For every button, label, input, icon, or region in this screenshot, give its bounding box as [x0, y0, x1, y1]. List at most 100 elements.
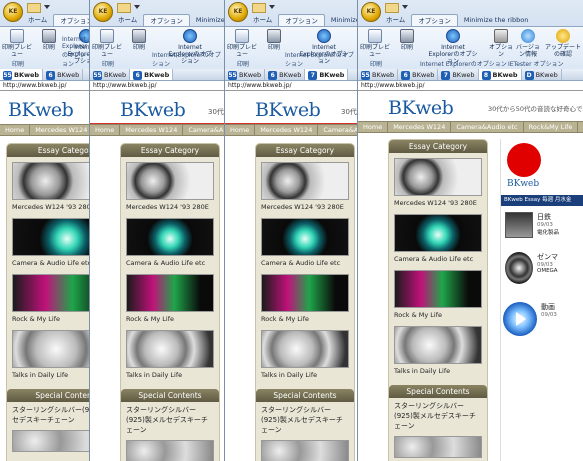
tab-minimize-ribbon[interactable]: Minimize the ribbon	[458, 14, 535, 26]
print-button[interactable]: 印刷	[259, 29, 289, 51]
nav-mercedes[interactable]: Mercedes W124	[30, 125, 89, 135]
print-preview-button[interactable]: 印刷プレビュー	[2, 29, 32, 58]
tab-home[interactable]: ホーム	[112, 14, 143, 26]
nav-mercedes[interactable]: Mercedes W124	[120, 125, 184, 135]
watch-thumbnail[interactable]	[261, 162, 349, 200]
app-orb-button[interactable]: KE	[93, 2, 113, 22]
folder-icon[interactable]	[117, 3, 131, 13]
browser-tab[interactable]: 6 BKweb	[398, 69, 439, 80]
print-button[interactable]: 印刷	[392, 29, 422, 51]
watch-thumbnail[interactable]	[126, 162, 214, 200]
tab-home[interactable]: ホーム	[380, 14, 411, 26]
dropdown-arrow-icon[interactable]	[134, 5, 140, 11]
tab-options[interactable]: オプション	[278, 14, 325, 26]
browser-tab[interactable]: 6 BKweb	[130, 69, 174, 80]
category-item[interactable]: Camera & Audio Life etc	[261, 218, 349, 269]
nav-camera[interactable]: Camera&Audio etc	[451, 122, 524, 132]
camera-lens-thumbnail[interactable]	[126, 218, 214, 256]
tab-minimize-ribbon[interactable]: Minimize the ribbon	[325, 14, 357, 26]
options-button[interactable]: オプション	[488, 29, 514, 58]
keychain-thumbnail[interactable]	[12, 430, 89, 452]
hdd-thumbnail[interactable]	[126, 330, 214, 368]
rock-thumbnail[interactable]	[126, 274, 214, 312]
wristwatch-thumbnail[interactable]	[505, 252, 533, 284]
category-item[interactable]: Talks in Daily Life	[261, 330, 349, 381]
site-logo[interactable]: BKweb	[8, 99, 74, 121]
category-item[interactable]: Camera & Audio Life etc	[12, 218, 89, 269]
address-bar[interactable]: http://www.bkweb.jp/	[358, 81, 583, 91]
category-item[interactable]: Camera & Audio Life etc	[126, 218, 214, 269]
address-bar[interactable]: http://www.bkweb.jp/	[90, 81, 224, 91]
category-item[interactable]: Mercedes W124 '93 280E	[12, 162, 89, 213]
tab-options[interactable]: オプション	[411, 14, 458, 26]
category-item[interactable]: Talks in Daily Life	[394, 326, 482, 377]
browser-tab[interactable]: 7 BKweb	[305, 69, 349, 80]
entry-title[interactable]: ゼンマ	[537, 252, 558, 262]
special-contents-link[interactable]: スターリングシルバー(925)製メルセデスキーチェーン	[256, 402, 354, 438]
rock-thumbnail[interactable]	[261, 274, 349, 312]
entry-title[interactable]: 動画	[541, 302, 557, 312]
category-item[interactable]: Talks in Daily Life	[12, 330, 89, 381]
site-logo[interactable]: BKweb	[120, 99, 186, 121]
tab-options[interactable]: オプション	[53, 14, 89, 26]
address-bar[interactable]: http://www.bkweb.jp/	[225, 81, 357, 91]
keychain-thumbnail[interactable]	[261, 440, 349, 461]
folder-icon[interactable]	[385, 3, 399, 13]
browser-tab[interactable]: 6 BKweb	[265, 69, 306, 80]
nav-rock[interactable]: Rock&My Life	[524, 122, 579, 132]
tab-home[interactable]: ホーム	[22, 14, 53, 26]
browser-tab[interactable]: 55 BKweb	[358, 69, 399, 80]
browser-tab[interactable]: 55 BKweb	[0, 69, 44, 80]
rock-thumbnail[interactable]	[394, 270, 482, 308]
app-orb-button[interactable]: KE	[3, 2, 23, 22]
dropdown-arrow-icon[interactable]	[402, 5, 408, 11]
nav-camera[interactable]: Camera&Audio etc	[183, 125, 224, 135]
hdd-thumbnail[interactable]	[394, 326, 482, 364]
special-contents-link[interactable]: スターリングシルバー(925)製メルセデスキーチェーン	[121, 402, 219, 438]
folder-icon[interactable]	[252, 3, 266, 13]
site-logo[interactable]: BKweb	[388, 97, 454, 119]
print-preview-button[interactable]: 印刷プレビュー	[227, 29, 257, 58]
nav-home[interactable]: Home	[358, 122, 389, 132]
browser-tab[interactable]: 7 BKweb	[438, 69, 479, 80]
address-bar[interactable]: http://www.bkweb.jp/	[0, 81, 89, 91]
category-item[interactable]: Mercedes W124 '93 280E	[126, 162, 214, 213]
browser-tab[interactable]: 6 BKweb	[43, 69, 84, 80]
nav-home[interactable]: Home	[0, 125, 31, 135]
keychain-thumbnail[interactable]	[394, 436, 482, 458]
category-item[interactable]: Camera & Audio Life etc	[394, 214, 482, 265]
special-contents-link[interactable]: スターリングシルバー(925)製メルセデスキーチェーン	[7, 402, 89, 428]
nav-home[interactable]: Home	[90, 125, 121, 135]
print-preview-button[interactable]: 印刷プレビュー	[360, 29, 390, 58]
camera-lens-thumbnail[interactable]	[12, 218, 89, 256]
browser-tab[interactable]: 55 BKweb	[225, 69, 266, 80]
hdd-thumbnail[interactable]	[261, 330, 349, 368]
category-item[interactable]: Mercedes W124 '93 280E	[261, 162, 349, 213]
browser-tab[interactable]: 8 BKweb	[478, 69, 522, 80]
nav-home[interactable]: Home	[225, 125, 256, 135]
dropdown-arrow-icon[interactable]	[269, 5, 275, 11]
app-orb-button[interactable]: KE	[228, 2, 248, 22]
category-item[interactable]: Rock & My Life	[126, 274, 214, 325]
category-item[interactable]: Mercedes W124 '93 280E	[394, 158, 482, 209]
nav-camera[interactable]: Camera&Audio etc	[318, 125, 357, 135]
update-check-button[interactable]: アップデートの確認	[544, 29, 582, 58]
tab-home[interactable]: ホーム	[247, 14, 278, 26]
special-contents-link[interactable]: スターリングシルバー(925)製メルセデスキーチェーン	[389, 398, 487, 434]
tab-options[interactable]: オプション	[143, 14, 190, 26]
nav-mercedes[interactable]: Mercedes W124	[255, 125, 319, 135]
site-logo[interactable]: BKweb	[255, 99, 321, 121]
watch-thumbnail[interactable]	[12, 162, 89, 200]
hdd-thumbnail[interactable]	[12, 330, 89, 368]
browser-tab[interactable]: D BKweb	[522, 69, 562, 80]
turntable-thumbnail[interactable]	[505, 212, 533, 238]
dropdown-arrow-icon[interactable]	[44, 5, 50, 11]
browser-tab[interactable]: 55 BKweb	[90, 69, 131, 80]
keychain-thumbnail[interactable]	[126, 440, 214, 461]
media-play-icon[interactable]	[503, 302, 537, 336]
category-item[interactable]: Rock & My Life	[394, 270, 482, 321]
category-item[interactable]: Talks in Daily Life	[126, 330, 214, 381]
essay-banner[interactable]: BKweb Essay 毎週 月水金	[501, 195, 583, 206]
entry-title[interactable]: 日鉄	[537, 212, 559, 222]
category-item[interactable]: Rock & My Life	[12, 274, 89, 325]
